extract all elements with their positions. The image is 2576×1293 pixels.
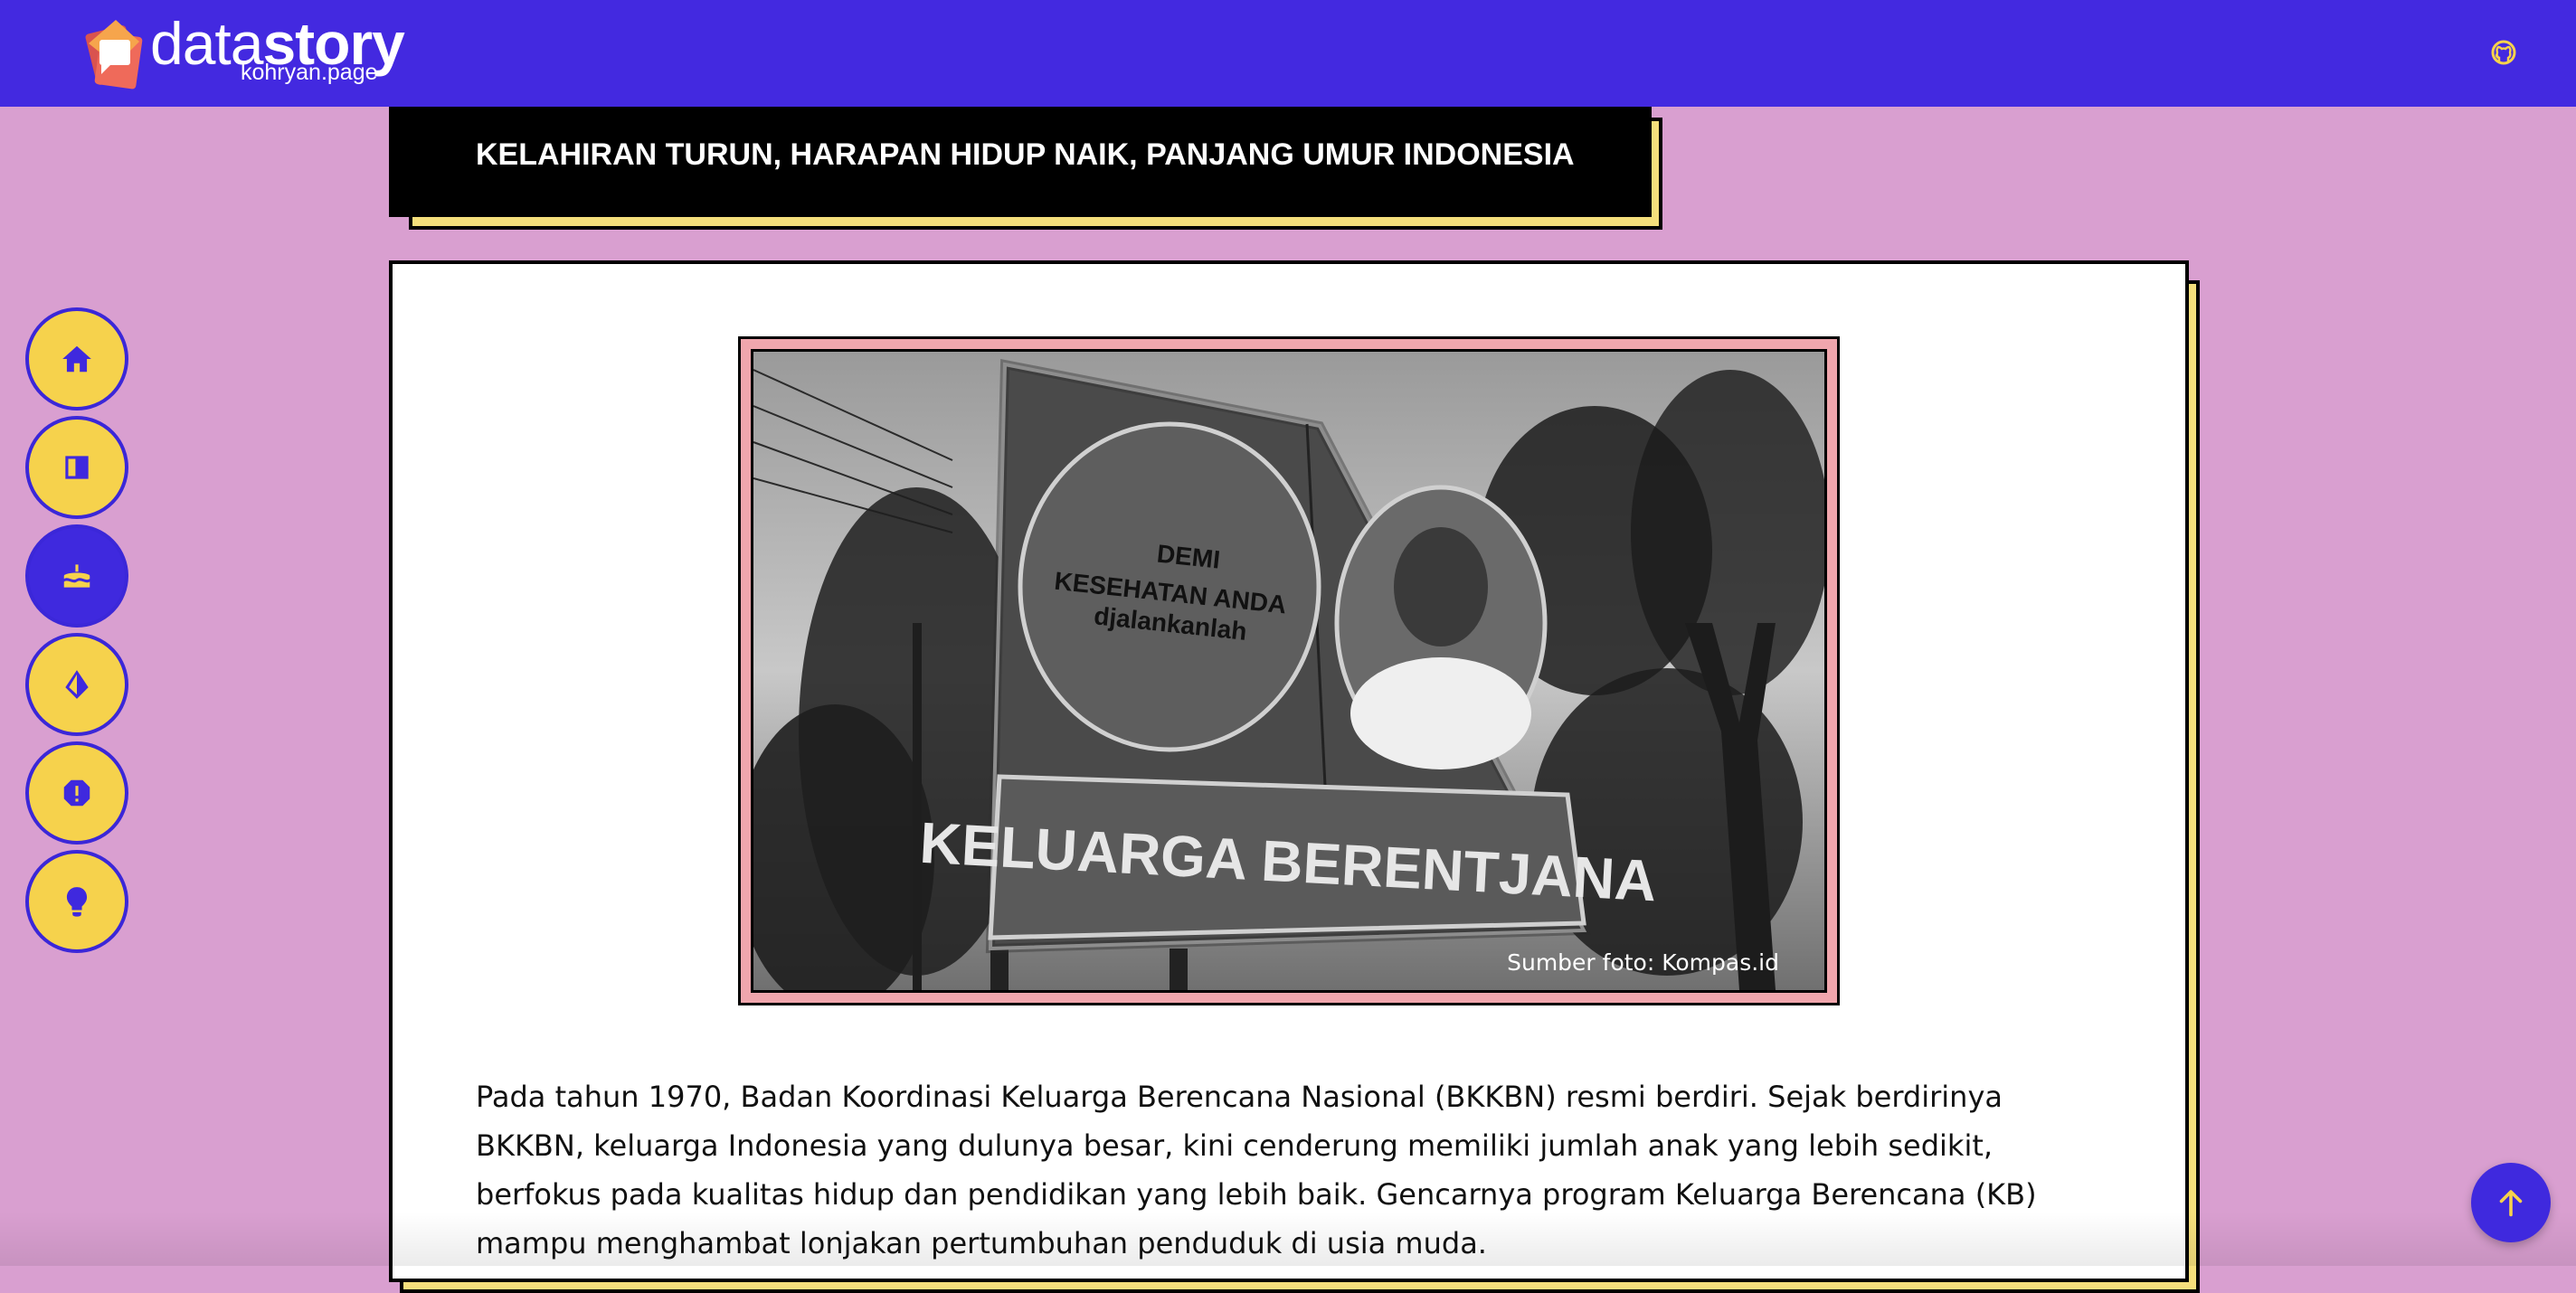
- nav-book-button[interactable]: [25, 416, 128, 519]
- nav-home-button[interactable]: [25, 307, 128, 411]
- site-logo[interactable]: datastory kohryan.page: [80, 10, 423, 94]
- nav-alert-button[interactable]: [25, 741, 128, 845]
- book-icon: [65, 456, 89, 479]
- photo-caption: Sumber foto: Kompas.id: [1507, 949, 1779, 976]
- cake-icon: [63, 564, 90, 588]
- logo-mark-icon: [85, 20, 143, 90]
- billboard-photo: DEMI KESEHATAN ANDA djalankanlah KELUARG…: [751, 349, 1827, 993]
- alert-icon: [63, 779, 90, 807]
- billboard-image: DEMI KESEHATAN ANDA djalankanlah KELUARG…: [753, 352, 1824, 990]
- home-icon: [62, 345, 91, 373]
- nav-lightbulb-button[interactable]: [25, 850, 128, 953]
- github-icon[interactable]: [2489, 38, 2518, 67]
- logo-subtitle: kohryan.page: [241, 60, 378, 85]
- arrow-up-icon: [2499, 1190, 2523, 1217]
- sail-icon: [65, 670, 89, 699]
- section-title: KELAHIRAN TURUN, HARAPAN HIDUP NAIK, PAN…: [476, 137, 1575, 172]
- scroll-to-top-button[interactable]: [2471, 1163, 2551, 1242]
- top-navbar: datastory kohryan.page: [0, 0, 2576, 107]
- nav-sail-button[interactable]: [25, 633, 128, 736]
- bottom-fade: [0, 1212, 2576, 1266]
- lightbulb-icon: [66, 887, 88, 917]
- nav-cake-button[interactable]: [25, 524, 128, 628]
